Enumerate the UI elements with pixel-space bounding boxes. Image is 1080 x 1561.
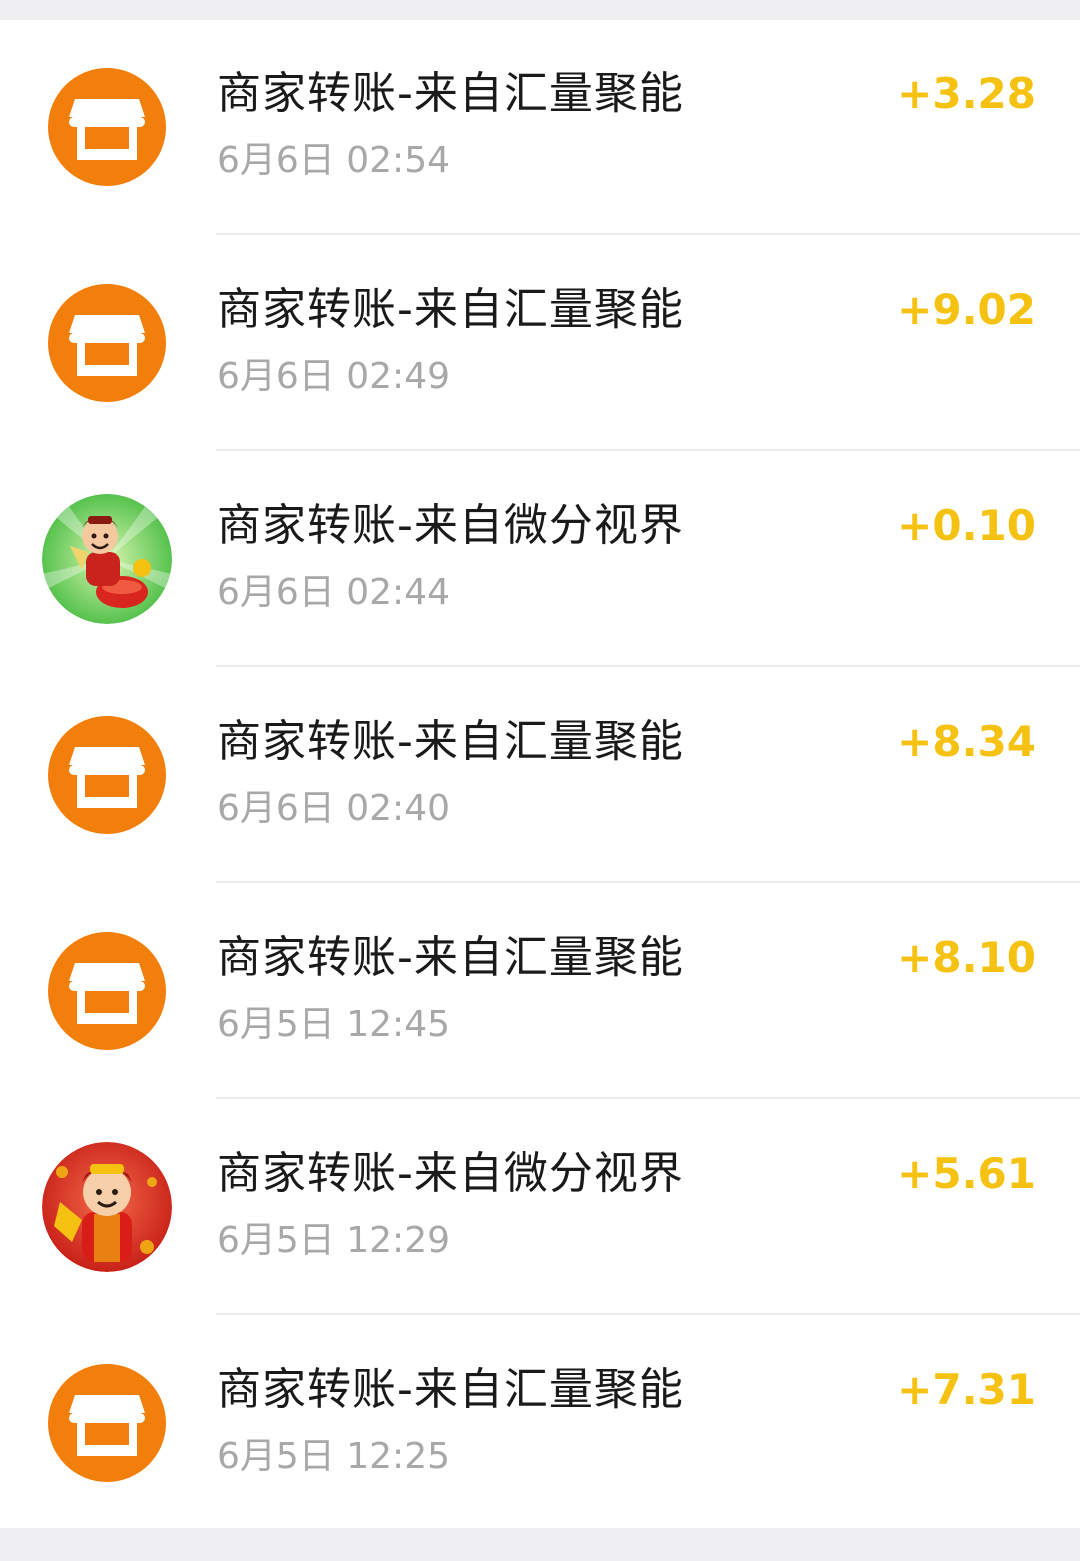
row-divider [216,1313,1080,1315]
transaction-title: 商家转账-来自汇量聚能 [217,716,684,767]
row-divider [216,881,1080,883]
transaction-time: 6月6日 02:40 [217,788,450,829]
transaction-row[interactable]: 商家转账-来自微分视界 6月5日 12:29 +5.61 [0,1100,1080,1315]
transaction-title: 商家转账-来自汇量聚能 [217,68,684,119]
transaction-time: 6月5日 12:45 [217,1004,450,1045]
transaction-amount: +9.02 [897,285,1036,334]
transaction-title: 商家转账-来自汇量聚能 [217,1364,684,1415]
transaction-title: 商家转账-来自汇量聚能 [217,932,684,983]
transaction-row[interactable]: 商家转账-来自汇量聚能 6月5日 12:45 +8.10 [0,884,1080,1099]
transaction-row[interactable]: 商家转账-来自汇量聚能 6月6日 02:40 +8.34 [0,668,1080,883]
transaction-list: 商家转账-来自汇量聚能 6月6日 02:54 +3.28 商家转账-来自汇量聚能… [0,20,1080,1528]
transaction-row[interactable]: 商家转账-来自汇量聚能 6月5日 12:25 +7.31 [0,1316,1080,1531]
row-divider [216,665,1080,667]
transaction-time: 6月5日 12:25 [217,1436,450,1477]
row-divider [216,233,1080,235]
transaction-amount: +5.61 [897,1149,1036,1198]
store-icon [42,278,172,408]
transaction-title: 商家转账-来自汇量聚能 [217,284,684,335]
store-icon [42,926,172,1056]
store-icon [42,710,172,840]
transaction-title: 商家转账-来自微分视界 [217,1148,684,1199]
transaction-amount: +7.31 [897,1365,1036,1414]
transaction-row[interactable]: 商家转账-来自微分视界 6月6日 02:44 +0.10 [0,452,1080,667]
row-divider [216,1097,1080,1099]
transaction-row[interactable]: 商家转账-来自汇量聚能 6月6日 02:54 +3.28 [0,20,1080,235]
transaction-amount: +3.28 [897,69,1036,118]
transaction-time: 6月6日 02:54 [217,140,450,181]
transaction-time: 6月6日 02:49 [217,356,450,397]
transaction-amount: +8.34 [897,717,1036,766]
transaction-time: 6月5日 12:29 [217,1220,450,1261]
store-icon [42,62,172,192]
transaction-amount: +8.10 [897,933,1036,982]
store-icon [42,1358,172,1488]
transaction-time: 6月6日 02:44 [217,572,450,613]
transaction-row[interactable]: 商家转账-来自汇量聚能 6月6日 02:49 +9.02 [0,236,1080,451]
fortune-god-avatar [42,494,172,624]
transaction-amount: +0.10 [897,501,1036,550]
transaction-title: 商家转账-来自微分视界 [217,500,684,551]
row-divider [216,449,1080,451]
fortune-god-avatar [42,1142,172,1272]
